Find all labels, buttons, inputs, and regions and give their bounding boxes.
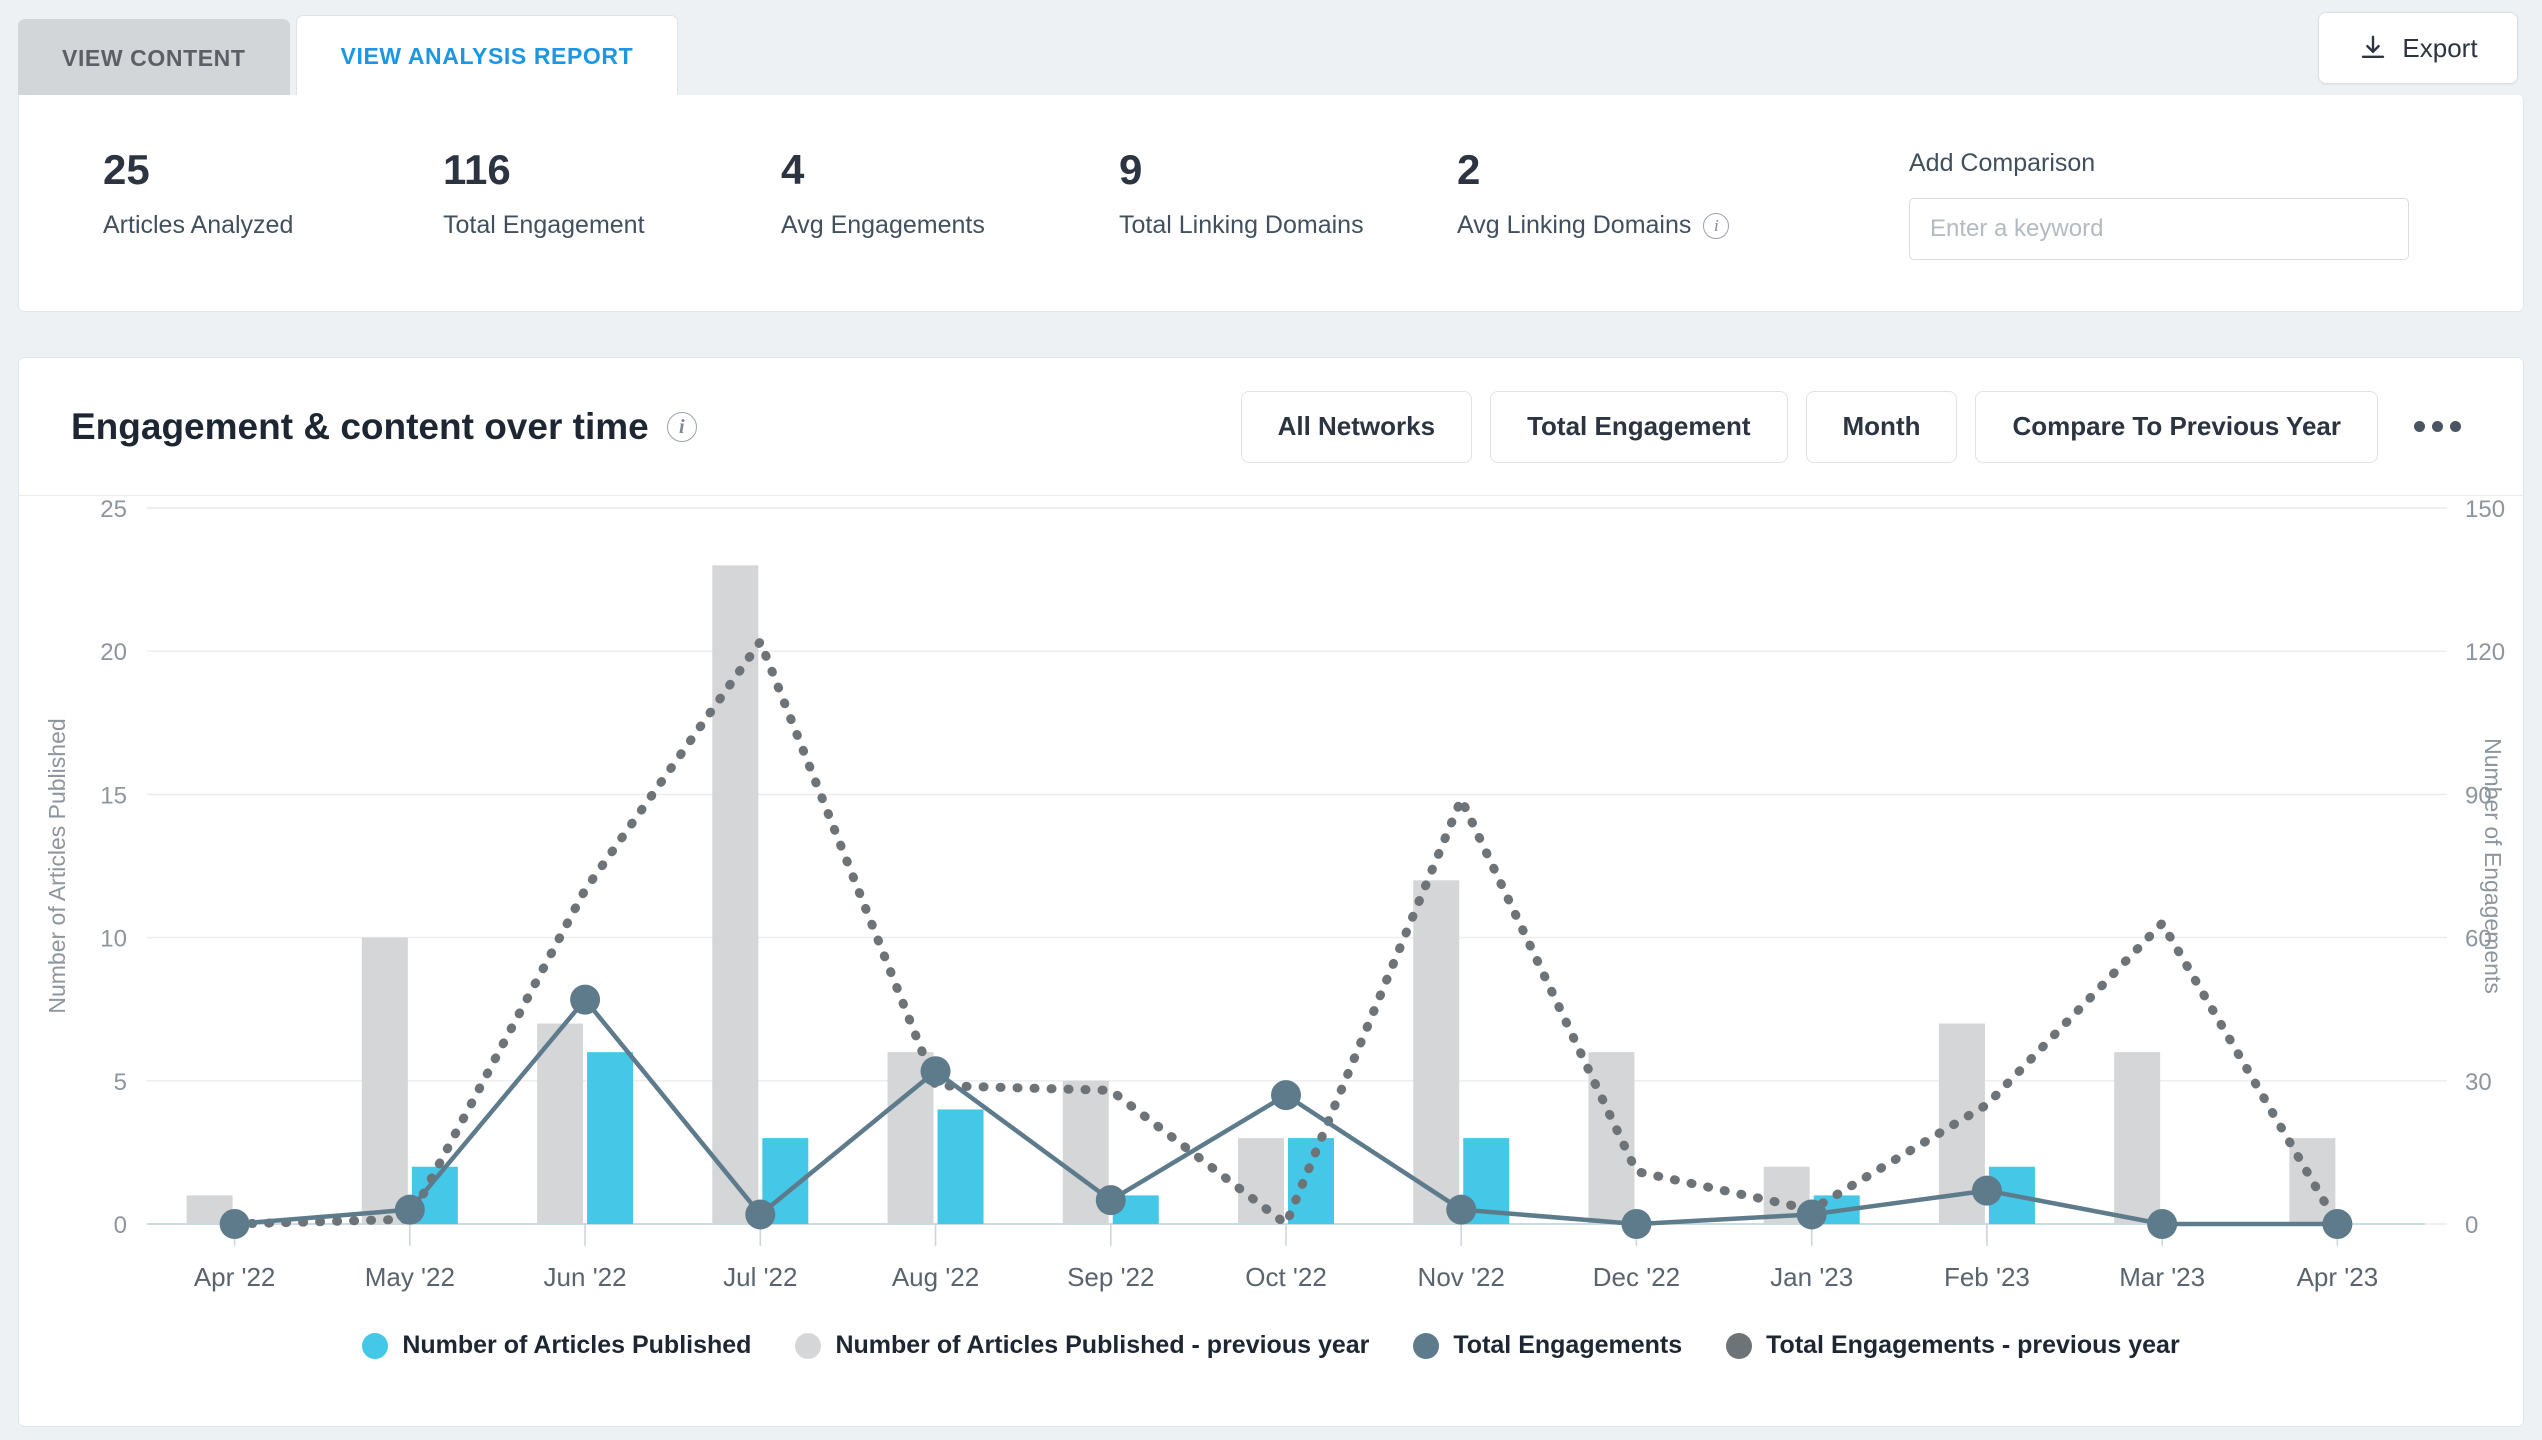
filter-all-networks[interactable]: All Networks (1240, 390, 1473, 463)
svg-text:Apr '23: Apr '23 (2297, 1262, 2379, 1292)
svg-text:Oct '22: Oct '22 (1245, 1262, 1327, 1292)
svg-text:Sep '22: Sep '22 (1067, 1262, 1154, 1292)
stat-total-linking-domains-value: 9 (1119, 146, 1143, 193)
svg-text:Dec '22: Dec '22 (1593, 1262, 1680, 1292)
svg-text:Number of Articles Published: Number of Articles Published (44, 718, 70, 1013)
stat-avg-linking-domains-text: Avg Linking Domains (1457, 211, 1692, 240)
stat-avg-linking-domains: 2 Avg Linking Domains i (1373, 146, 1853, 240)
legend-item-total-engagements-previous-year[interactable]: Total Engagements - previous year (1726, 1331, 2180, 1360)
stat-avg-engagements-label: Avg Engagements (781, 211, 1035, 240)
svg-text:0: 0 (2465, 1212, 2478, 1239)
filter-compare-previous-year-label: Compare To Previous Year (2012, 411, 2341, 441)
stat-total-linking-domains-label: Total Linking Domains (1119, 211, 1373, 240)
chart-legend: Number of Articles Published Number of A… (19, 1331, 2523, 1360)
svg-text:Jun '22: Jun '22 (544, 1262, 627, 1292)
svg-text:Number of Engagements: Number of Engagements (2480, 738, 2506, 994)
svg-text:20: 20 (100, 639, 127, 666)
stat-avg-linking-domains-value: 2 (1457, 146, 1481, 193)
engagement-content-chart[interactable]: 05101520250306090120150Number of Article… (19, 496, 2523, 1426)
svg-text:0: 0 (114, 1212, 127, 1239)
legend-item-articles-published[interactable]: Number of Articles Published (362, 1331, 751, 1360)
svg-text:Nov '22: Nov '22 (1418, 1262, 1505, 1292)
stat-avg-engagements: 4 Avg Engagements (697, 146, 1035, 240)
svg-text:30: 30 (2465, 1069, 2492, 1096)
chart-title-text: Engagement & content over time (71, 405, 649, 447)
svg-text:May '22: May '22 (365, 1262, 455, 1292)
legend-item-total-engagements[interactable]: Total Engagements (1413, 1331, 1682, 1360)
svg-text:Mar '23: Mar '23 (2119, 1262, 2205, 1292)
stat-articles-analyzed-label: Articles Analyzed (103, 211, 359, 240)
legend-label: Total Engagements - previous year (1766, 1331, 2180, 1359)
chart-header: Engagement & content over time i All Net… (19, 358, 2523, 496)
stat-total-linking-domains-text: Total Linking Domains (1119, 211, 1364, 240)
legend-swatch (362, 1332, 389, 1359)
stat-articles-analyzed-value: 25 (103, 146, 150, 193)
stat-total-linking-domains: 9 Total Linking Domains (1035, 146, 1373, 240)
svg-text:Apr '22: Apr '22 (194, 1262, 276, 1292)
filter-all-networks-label: All Networks (1277, 411, 1436, 441)
stat-total-engagement-label: Total Engagement (443, 211, 697, 240)
svg-text:25: 25 (100, 496, 127, 523)
chart-card: Engagement & content over time i All Net… (18, 357, 2524, 1427)
stat-articles-analyzed-text: Articles Analyzed (103, 211, 294, 240)
filter-total-engagement[interactable]: Total Engagement (1490, 390, 1788, 463)
add-comparison: Add Comparison (1853, 147, 2409, 260)
add-comparison-label: Add Comparison (1909, 149, 2096, 177)
dot (2414, 421, 2425, 432)
stat-articles-analyzed: 25 Articles Analyzed (19, 146, 359, 240)
svg-text:Aug '22: Aug '22 (892, 1262, 979, 1292)
svg-text:10: 10 (100, 926, 127, 953)
svg-text:15: 15 (100, 782, 127, 809)
filter-total-engagement-label: Total Engagement (1527, 411, 1751, 441)
stat-avg-linking-domains-label: Avg Linking Domains i (1457, 211, 1853, 240)
chart-title: Engagement & content over time i (71, 406, 697, 448)
svg-text:Jan '23: Jan '23 (1770, 1262, 1853, 1292)
keyword-search-input[interactable] (1909, 198, 2409, 260)
filter-compare-previous-year[interactable]: Compare To Previous Year (1975, 390, 2378, 463)
svg-text:120: 120 (2465, 639, 2505, 666)
legend-swatch (1413, 1332, 1440, 1359)
filter-month-label: Month (1842, 411, 1921, 441)
stat-total-engagement: 116 Total Engagement (359, 146, 697, 240)
tab-view-analysis-report[interactable]: VIEW ANALYSIS REPORT (295, 15, 679, 97)
tab-view-content-label: VIEW CONTENT (62, 44, 246, 71)
svg-text:Jul '22: Jul '22 (723, 1262, 797, 1292)
tab-view-content[interactable]: VIEW CONTENT (18, 19, 290, 97)
stat-total-engagement-value: 116 (443, 146, 511, 193)
svg-text:150: 150 (2465, 496, 2505, 523)
tab-strip: VIEW CONTENT VIEW ANALYSIS REPORT (0, 0, 2542, 97)
legend-label: Total Engagements (1453, 1331, 1683, 1359)
info-icon[interactable]: i (1703, 212, 1730, 239)
info-icon[interactable]: i (666, 411, 697, 442)
legend-swatch (1726, 1332, 1753, 1359)
export-label: Export (2402, 32, 2478, 63)
tab-view-analysis-report-label: VIEW ANALYSIS REPORT (340, 43, 634, 69)
legend-label: Number of Articles Published (402, 1331, 752, 1359)
legend-item-articles-published-previous-year[interactable]: Number of Articles Published - previous … (795, 1331, 1369, 1360)
chart-plot-area: 0 5 10 15 20 25 0 30 60 90 120 150 Number of Article… (19, 496, 2523, 1426)
stat-total-engagement-text: Total Engagement (443, 211, 645, 240)
filter-month[interactable]: Month (1805, 390, 1958, 463)
svg-text:Feb '23: Feb '23 (1944, 1262, 2030, 1292)
summary-card: 25 Articles Analyzed 116 Total Engagemen… (18, 95, 2524, 312)
svg-text:5: 5 (114, 1069, 127, 1096)
export-button[interactable]: Export (2318, 12, 2518, 84)
more-options-icon[interactable] (2408, 407, 2467, 446)
legend-label: Number of Articles Published - previous … (835, 1331, 1370, 1359)
dot (2432, 421, 2443, 432)
dot (2450, 421, 2461, 432)
legend-swatch (795, 1332, 822, 1359)
stat-avg-engagements-text: Avg Engagements (781, 211, 985, 240)
stat-avg-engagements-value: 4 (781, 146, 805, 193)
download-icon (2362, 35, 2385, 58)
